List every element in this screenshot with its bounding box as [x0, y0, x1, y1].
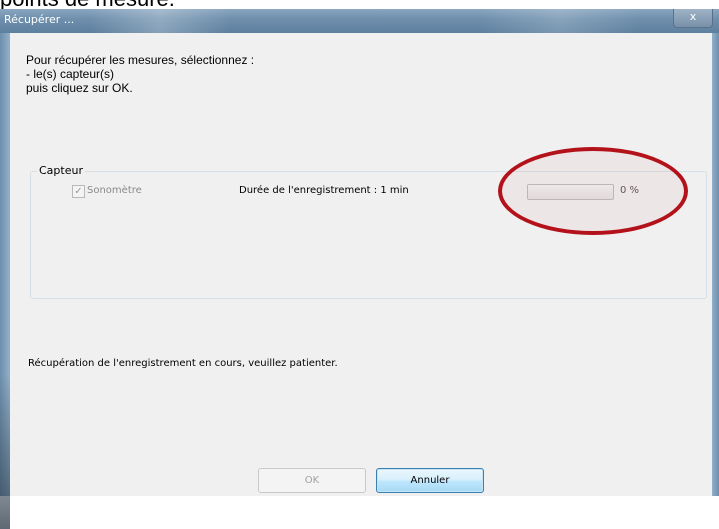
instruction-line-1: Pour récupérer les mesures, sélectionnez… — [26, 53, 255, 67]
frame-shadow — [0, 373, 10, 529]
close-icon: x — [689, 10, 697, 23]
sensor-group-label: Capteur — [37, 164, 85, 177]
sensor-groupbox: Capteur ✓ Sonomètre Durée de l'enregistr… — [30, 164, 707, 299]
instructions: Pour récupérer les mesures, sélectionnez… — [26, 53, 254, 95]
window-titlebar[interactable]: Récupérer ... x — [0, 9, 719, 33]
window-frame-right — [712, 33, 719, 496]
ok-button[interactable]: OK — [258, 468, 366, 493]
checkmark-icon: ✓ — [74, 186, 83, 197]
instruction-line-2: - le(s) capteur(s) — [26, 67, 115, 81]
window-title: Récupérer ... — [4, 13, 75, 26]
window-frame-left — [0, 33, 10, 529]
progress-percent-label: 0 % — [620, 185, 640, 196]
close-button[interactable]: x — [673, 9, 713, 28]
sonometre-checkbox[interactable]: ✓ — [72, 185, 85, 198]
status-message: Récupération de l'enregistrement en cour… — [28, 358, 338, 369]
instruction-line-3: puis cliquez sur OK. — [26, 81, 133, 95]
recording-duration-label: Durée de l'enregistrement : 1 min — [239, 185, 409, 196]
download-progress-bar — [527, 184, 614, 200]
sonometre-label: Sonomètre — [87, 185, 142, 196]
dialog-body: Pour récupérer les mesures, sélectionnez… — [10, 33, 712, 496]
cancel-button[interactable]: Annuler — [376, 468, 484, 493]
